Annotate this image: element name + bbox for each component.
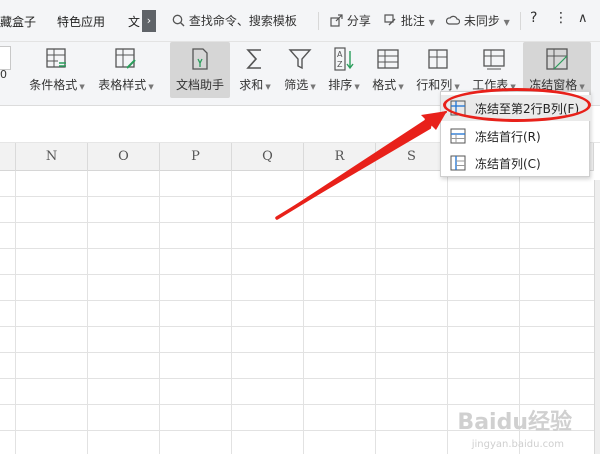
menu-item-label: 冻结首行(R) (475, 130, 541, 144)
filter-icon (288, 49, 312, 70)
conditional-format-button[interactable]: 条件格式 ▼ (26, 42, 88, 98)
sum-icon (246, 49, 261, 69)
divider (520, 12, 521, 30)
freeze-row-icon (450, 128, 466, 144)
rows-cols-icon (428, 49, 448, 69)
conditional-format-icon (46, 48, 66, 68)
grid-line (0, 326, 594, 327)
menu-item-label: 冻结首列(C) (475, 157, 541, 171)
sort-button[interactable]: AZ 排序 ▼ (324, 42, 364, 98)
grid-line (0, 378, 594, 379)
tab-special-apps[interactable]: 特色应用 (57, 13, 105, 30)
grid-line (447, 171, 448, 454)
help-button[interactable]: ? (530, 10, 537, 26)
grid-line (15, 171, 16, 454)
column-header[interactable]: N (16, 143, 88, 171)
sort-label: 排序 ▼ (328, 78, 360, 92)
tab-partial[interactable]: 文 (128, 13, 140, 30)
column-header[interactable]: S (376, 143, 448, 171)
rows-cols-button[interactable]: 行和列 ▼ (412, 42, 464, 98)
annotation-circle (443, 88, 591, 122)
sum-button[interactable]: 求和 ▼ (236, 42, 274, 98)
command-search[interactable]: 查找命令、搜索模板 (172, 12, 297, 29)
divider (318, 12, 319, 30)
sort-icon: AZ (334, 47, 354, 71)
grid-line (0, 222, 594, 223)
search-icon (172, 14, 185, 27)
freeze-column-icon (450, 155, 466, 171)
comment-button[interactable]: 批注 ▼ (384, 12, 435, 29)
sync-status-button[interactable]: 未同步 ▼ (445, 12, 510, 29)
partial-left-label: 0 (0, 68, 7, 81)
cloud-sync-icon (445, 15, 461, 25)
watermark-url: jingyan.baidu.com (471, 439, 564, 450)
top-tab-bar: 藏盒子 特色应用 文 › 查找命令、搜索模板 分享 批注 ▼ 未同步 ▼ ? ⋮… (0, 0, 600, 42)
format-label: 格式 ▼ (372, 78, 404, 92)
comment-icon (384, 14, 396, 26)
table-style-icon (115, 48, 136, 69)
grid-line (303, 171, 304, 454)
grid-line (375, 171, 376, 454)
chevron-down-icon: ▼ (503, 18, 510, 27)
partial-left-control[interactable]: 0 (0, 42, 14, 98)
grid-line (231, 171, 232, 454)
menu-item-freeze-first-column[interactable]: 冻结首列(C) (441, 150, 591, 176)
column-header-partial[interactable] (0, 143, 16, 171)
grid-line (0, 352, 594, 353)
grid-line (0, 248, 594, 249)
grid-line (159, 171, 160, 454)
table-style-button[interactable]: 表格样式 ▼ (94, 42, 158, 98)
freeze-panes-icon (546, 48, 568, 70)
share-label: 分享 (346, 14, 371, 28)
filter-label: 筛选 ▼ (284, 78, 316, 92)
column-header[interactable]: R (304, 143, 376, 171)
worksheet-icon (483, 49, 505, 70)
tab-box[interactable]: 藏盒子 (0, 13, 36, 30)
conditional-format-label: 条件格式 ▼ (29, 78, 85, 92)
svg-text:A: A (337, 50, 343, 59)
grid-line (0, 300, 594, 301)
chevron-down-icon: ▼ (428, 18, 435, 27)
column-header[interactable]: P (160, 143, 232, 171)
menu-item-freeze-first-row[interactable]: 冻结首行(R) (441, 123, 591, 149)
doc-assistant-label: 文档助手 (175, 78, 224, 92)
grid-line (0, 196, 594, 197)
svg-text:Z: Z (337, 60, 343, 69)
doc-assistant-icon (192, 48, 208, 70)
sum-label: 求和 ▼ (239, 78, 271, 92)
search-label: 查找命令、搜索模板 (188, 14, 297, 28)
column-header[interactable]: O (88, 143, 160, 171)
format-icon (377, 49, 399, 69)
share-icon (330, 14, 343, 27)
sync-label: 未同步 (463, 14, 500, 28)
comment-label: 批注 (400, 14, 425, 28)
grid-line (0, 274, 594, 275)
share-button[interactable]: 分享 (330, 12, 371, 29)
table-style-label: 表格样式 ▼ (98, 78, 154, 92)
column-header[interactable]: Q (232, 143, 304, 171)
collapse-ribbon-button[interactable]: ∧ (578, 11, 588, 26)
more-options-button[interactable]: ⋮ (554, 10, 568, 26)
filter-button[interactable]: 筛选 ▼ (280, 42, 320, 98)
doc-assistant-button[interactable]: 文档助手 (170, 42, 230, 98)
watermark-logo: Baidu经验 (457, 410, 572, 435)
format-button[interactable]: 格式 ▼ (368, 42, 408, 98)
grid-line (87, 171, 88, 454)
vertical-scrollbar[interactable] (594, 180, 600, 454)
tab-scroll-right-button[interactable]: › (142, 10, 156, 32)
